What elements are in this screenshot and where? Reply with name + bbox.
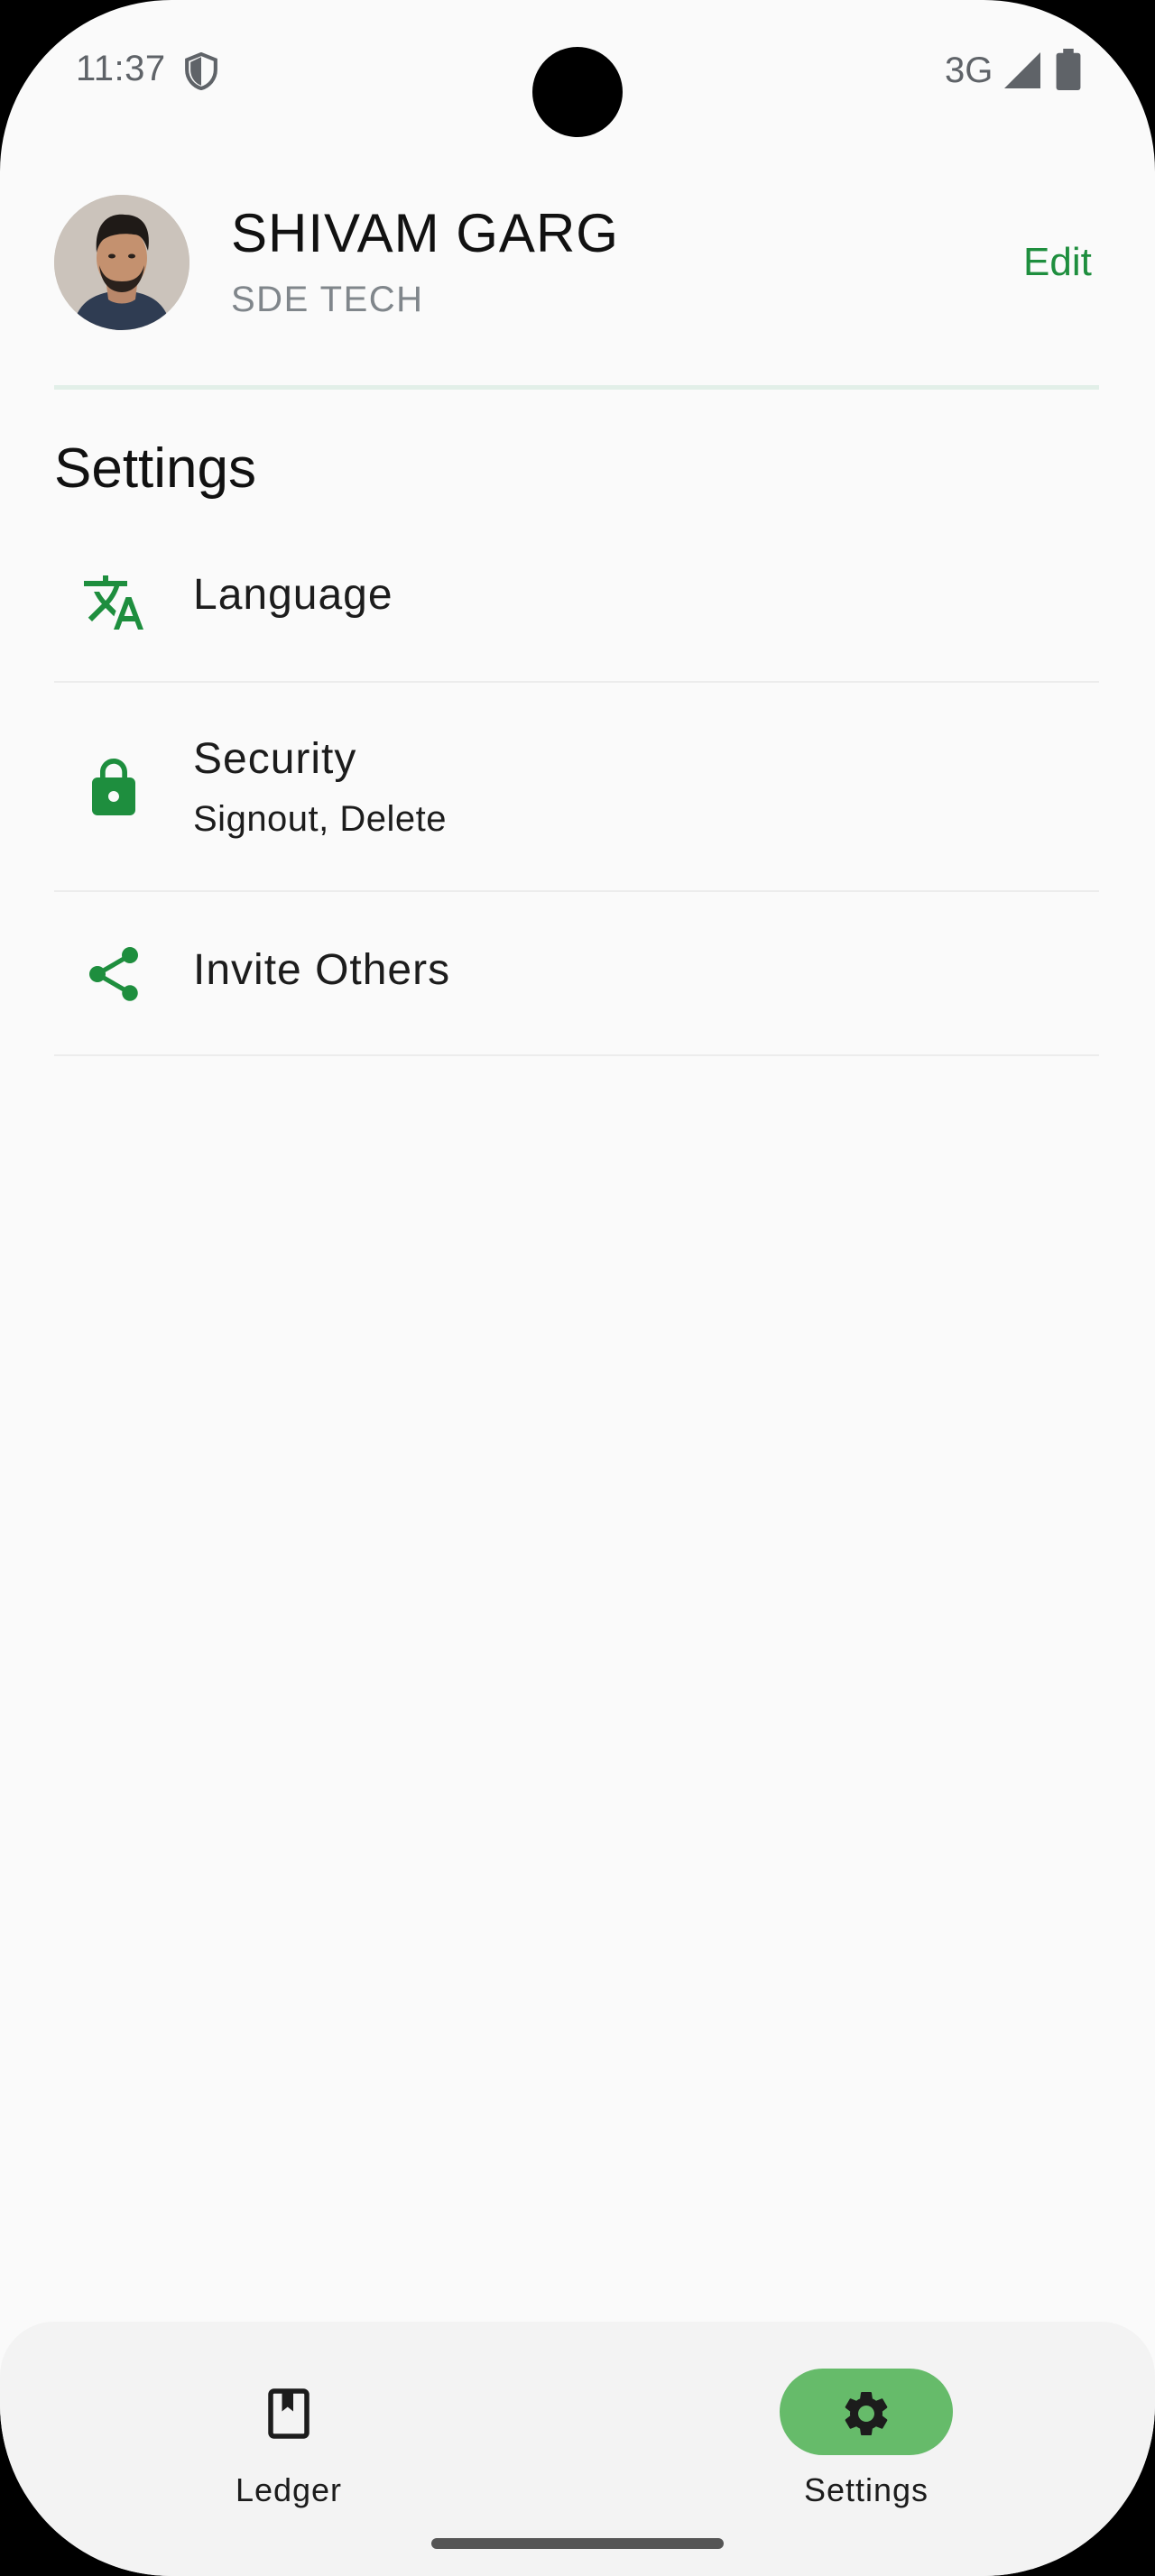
shield-icon xyxy=(185,52,217,90)
gear-icon xyxy=(845,2392,888,2435)
settings-item-language[interactable]: Language xyxy=(54,534,1099,678)
signal-icon xyxy=(1004,52,1040,88)
status-time: 11:37 xyxy=(76,49,166,88)
settings-item-security[interactable]: Security Signout, Delete xyxy=(54,684,1099,891)
section-title-settings: Settings xyxy=(54,437,257,500)
network-type: 3G xyxy=(945,51,993,90)
nav-label: Settings xyxy=(803,2471,929,2508)
profile-name: SHIVAM GARG xyxy=(231,203,619,263)
divider xyxy=(54,1054,1099,1056)
avatar xyxy=(54,195,189,330)
home-indicator[interactable] xyxy=(431,2538,724,2549)
settings-item-label: Invite Others xyxy=(193,946,451,994)
settings-item-label: Language xyxy=(193,571,393,619)
divider xyxy=(54,681,1099,683)
book-icon xyxy=(268,2388,310,2439)
settings-item-subtitle: Signout, Delete xyxy=(193,799,448,839)
profile-divider xyxy=(54,385,1099,390)
nav-item-ledger[interactable]: Ledger xyxy=(202,2343,419,2524)
nav-label: Ledger xyxy=(235,2471,343,2508)
phone-screen: 11:37 3G SHIVAM GARG SDE TECH Edit Setti… xyxy=(0,0,1155,2576)
translate-icon xyxy=(84,575,143,630)
camera-cutout xyxy=(532,47,623,137)
avatar-image xyxy=(54,195,189,330)
nav-pill xyxy=(202,2369,375,2455)
share-icon xyxy=(89,947,138,1001)
divider xyxy=(54,890,1099,892)
profile-role: SDE TECH xyxy=(231,280,424,319)
settings-item-label: Security xyxy=(193,735,357,783)
battery-icon xyxy=(1056,49,1081,90)
settings-item-invite-others[interactable]: Invite Others xyxy=(54,893,1099,1055)
edit-profile-button[interactable]: Edit xyxy=(1023,240,1092,285)
nav-item-settings[interactable]: Settings xyxy=(780,2343,996,2524)
nav-pill-active xyxy=(780,2369,953,2455)
lock-icon xyxy=(92,759,135,815)
